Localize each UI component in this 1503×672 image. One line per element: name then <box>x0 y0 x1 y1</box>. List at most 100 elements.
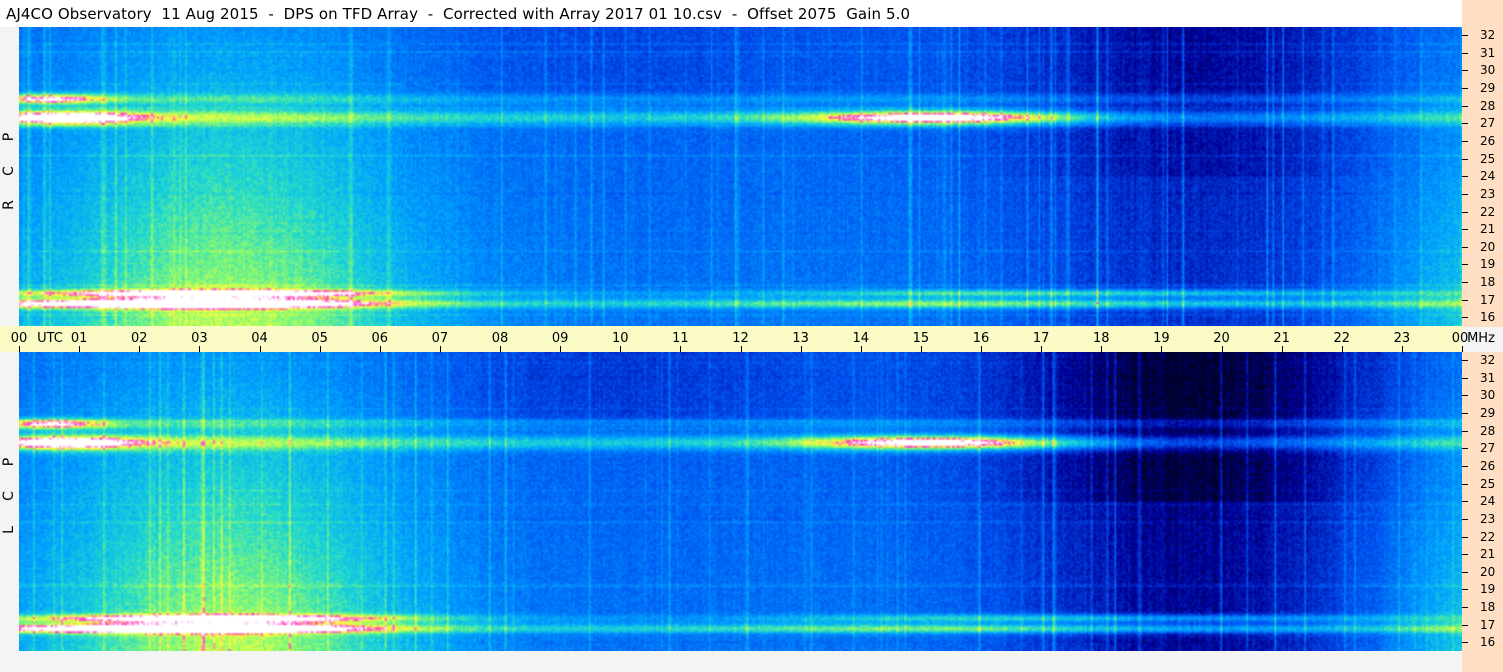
lcp-polarization-label: LCP <box>1 445 17 547</box>
mhz-tick-mark <box>1462 229 1468 231</box>
mhz-tick-label: 17 <box>1480 292 1496 307</box>
mhz-tick-mark <box>1462 123 1468 125</box>
mhz-tick-mark <box>1462 140 1468 142</box>
mhz-tick-label: 16 <box>1480 635 1496 650</box>
mhz-tick-mark <box>1462 412 1468 414</box>
mhz-tick-label: 17 <box>1480 617 1496 632</box>
mhz-tick-label: 19 <box>1480 582 1496 597</box>
mhz-tick-label: 24 <box>1480 494 1496 509</box>
mhz-tick-label: 28 <box>1480 423 1496 438</box>
mhz-tick-label: 24 <box>1480 169 1496 184</box>
utc-tick-label: 12 <box>732 331 749 346</box>
mhz-tick-mark <box>1462 264 1468 266</box>
mhz-tick-mark <box>1462 448 1468 450</box>
mhz-tick-mark <box>1462 501 1468 503</box>
mhz-tick-mark <box>1462 395 1468 397</box>
chart-title: AJ4CO Observatory 11 Aug 2015 - DPS on T… <box>6 5 911 23</box>
utc-tick-label: 03 <box>191 331 208 346</box>
utc-tick-label: 20 <box>1213 331 1230 346</box>
utc-tick-label: 23 <box>1393 331 1411 346</box>
mhz-tick-label: 23 <box>1480 511 1496 526</box>
mhz-tick-label: 22 <box>1480 204 1496 219</box>
mhz-tick-label: 25 <box>1480 476 1496 491</box>
mhz-tick-label: 31 <box>1480 45 1496 60</box>
utc-tick-label: 18 <box>1092 331 1110 346</box>
mhz-tick-mark <box>1462 518 1468 520</box>
mhz-tick-mark <box>1462 35 1468 36</box>
mhz-tick-mark <box>1462 176 1468 178</box>
mhz-tick-label: 29 <box>1480 80 1496 95</box>
mhz-tick-label: 26 <box>1480 458 1496 473</box>
utc-tick-label: 08 <box>491 331 509 346</box>
mhz-tick-mark <box>1462 158 1468 160</box>
mhz-tick-mark <box>1462 624 1468 626</box>
rcp-spectrogram <box>19 27 1462 326</box>
mhz-unit-label: MHz <box>1467 331 1495 346</box>
mhz-tick-mark <box>1462 571 1468 573</box>
mhz-tick-mark <box>1462 105 1468 107</box>
mhz-tick-mark <box>1462 299 1468 301</box>
utc-tick-label: 04 <box>251 331 268 346</box>
mhz-tick-label: 30 <box>1480 388 1496 403</box>
mhz-tick-label: 32 <box>1480 28 1496 42</box>
lcp-spectrogram-image <box>19 352 1462 651</box>
mhz-tick-label: 29 <box>1480 405 1496 420</box>
rcp-frequency-axis: 32 31 30 29 28 27 26 25 24 23 22 21 20 19 18 17 16 <box>1462 0 1503 327</box>
utc-tick-label: 16 <box>972 331 990 346</box>
utc-tick-label: 13 <box>792 331 809 346</box>
utc-tick-label: 11 <box>672 331 689 346</box>
mhz-tick-mark <box>1462 589 1468 591</box>
mhz-tick-label: 26 <box>1480 133 1496 148</box>
mhz-tick-label: 22 <box>1480 529 1496 544</box>
mhz-tick-label: 28 <box>1480 98 1496 113</box>
mhz-tick-label: 30 <box>1480 63 1496 78</box>
utc-tick-label: 06 <box>371 331 389 346</box>
utc-tick-label: 09 <box>551 331 569 346</box>
utc-tick-label: 14 <box>852 331 870 346</box>
mhz-tick-label: 27 <box>1480 441 1496 456</box>
mhz-tick-label: 18 <box>1480 600 1496 615</box>
mhz-tick-mark <box>1462 642 1468 644</box>
utc-tick-label: 21 <box>1273 331 1290 346</box>
mhz-tick-label: 20 <box>1480 239 1496 254</box>
mhz-tick-mark <box>1462 607 1468 609</box>
mhz-tick-mark <box>1462 87 1468 89</box>
mhz-tick-label: 23 <box>1480 186 1496 201</box>
mhz-tick-mark <box>1462 360 1468 361</box>
utc-tick-label: 15 <box>912 331 930 346</box>
utc-time-axis: 00 01 02 03 04 05 06 07 08 09 10 11 12 13 14 15 16 17 18 19… <box>0 326 1468 352</box>
mhz-tick-mark <box>1462 483 1468 485</box>
utc-tick-label: 01 <box>70 331 88 346</box>
mhz-tick-mark <box>1462 282 1468 284</box>
mhz-tick-label: 25 <box>1480 151 1496 166</box>
utc-tick-label: 07 <box>431 331 449 346</box>
utc-tick-label: 00 <box>10 331 28 346</box>
utc-tick-label: 19 <box>1153 331 1170 346</box>
mhz-tick-mark <box>1462 465 1468 467</box>
mhz-tick-mark <box>1462 536 1468 538</box>
mhz-tick-label: 32 <box>1480 353 1496 367</box>
utc-tick-label: 10 <box>611 331 629 346</box>
mhz-tick-label: 20 <box>1480 564 1496 579</box>
utc-tick-label: 00 <box>1451 331 1469 346</box>
utc-tick-label: 02 <box>130 331 148 346</box>
lcp-spectrogram <box>19 352 1462 651</box>
mhz-tick-label: 21 <box>1480 547 1496 562</box>
lcp-frequency-axis: 32 31 30 29 28 27 26 25 24 23 22 21 20 19 18 17 16 <box>1462 352 1503 672</box>
mhz-tick-label: 16 <box>1480 310 1496 325</box>
mhz-tick-mark <box>1462 70 1468 72</box>
mhz-tick-label: 18 <box>1480 275 1496 290</box>
mhz-tick-mark <box>1462 193 1468 195</box>
utc-unit-label: UTC <box>37 331 63 346</box>
mhz-tick-mark <box>1462 317 1468 319</box>
mhz-tick-mark <box>1462 430 1468 432</box>
mhz-tick-mark <box>1462 554 1468 556</box>
mhz-tick-label: 21 <box>1480 222 1496 237</box>
utc-tick-label: 17 <box>1032 331 1050 346</box>
mhz-tick-mark <box>1462 377 1468 379</box>
mhz-tick-label: 27 <box>1480 116 1496 131</box>
mhz-tick-mark <box>1462 52 1468 54</box>
mhz-tick-label: 31 <box>1480 370 1496 385</box>
utc-tick-label: 22 <box>1333 331 1351 346</box>
rcp-polarization-label: RCP <box>1 120 17 222</box>
